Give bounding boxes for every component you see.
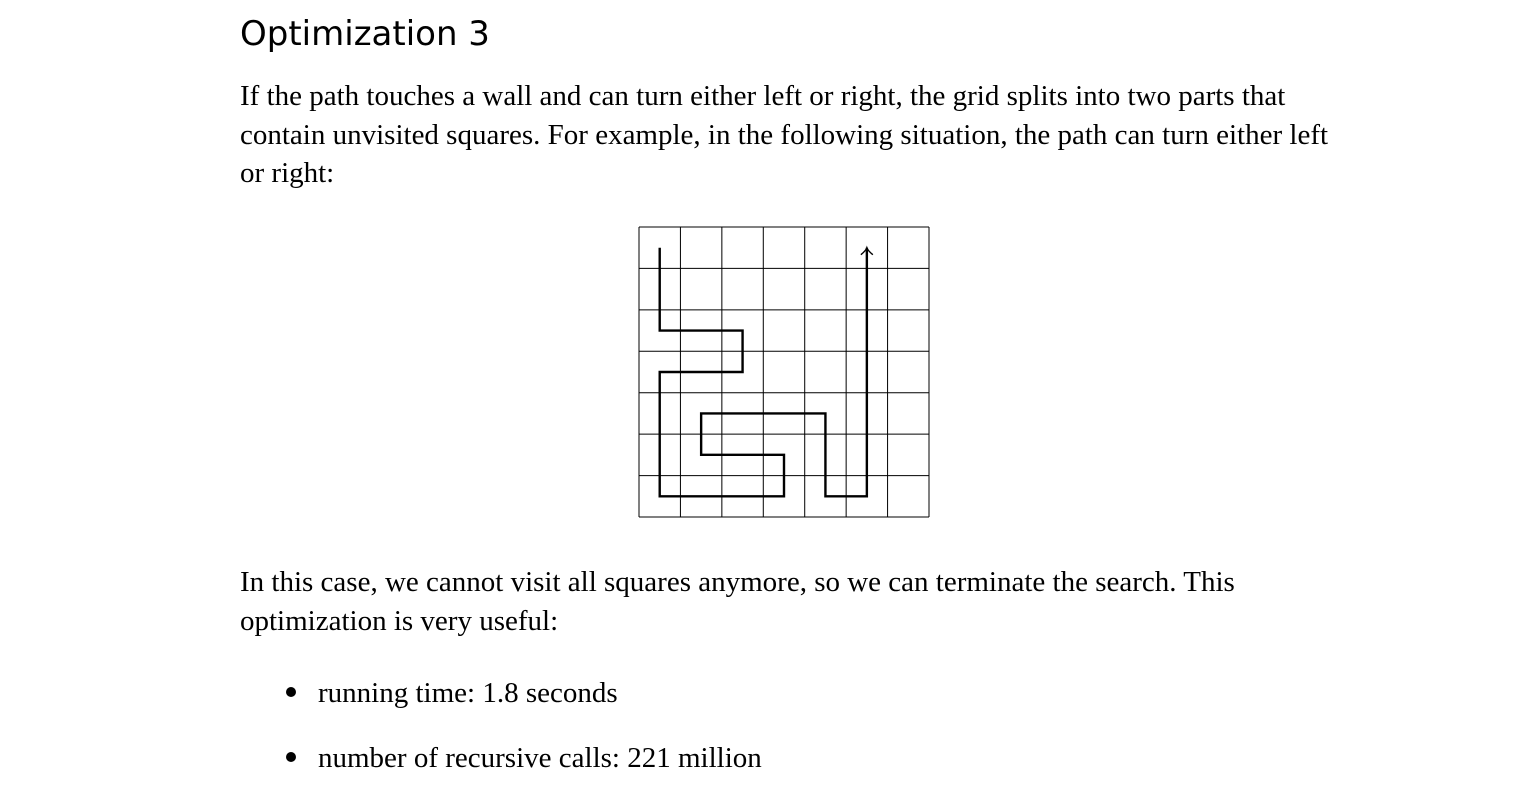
list-item: number of recursive calls: 221 million — [286, 738, 762, 778]
grid-diagram — [638, 226, 930, 518]
bullet-icon — [286, 687, 296, 697]
grid-path-figure — [638, 226, 930, 518]
recursive-calls-text: number of recursive calls: 221 million — [318, 742, 762, 774]
running-time-text: running time: 1.8 seconds — [318, 677, 618, 709]
bullet-icon — [286, 752, 296, 762]
results-list: running time: 1.8 seconds number of recu… — [286, 673, 762, 778]
section-heading: Optimization 3 — [240, 14, 490, 54]
intro-paragraph: If the path touches a wall and can turn … — [240, 80, 1329, 189]
conclusion-paragraph: In this case, we cannot visit all square… — [240, 566, 1235, 637]
list-item: running time: 1.8 seconds — [286, 673, 762, 713]
